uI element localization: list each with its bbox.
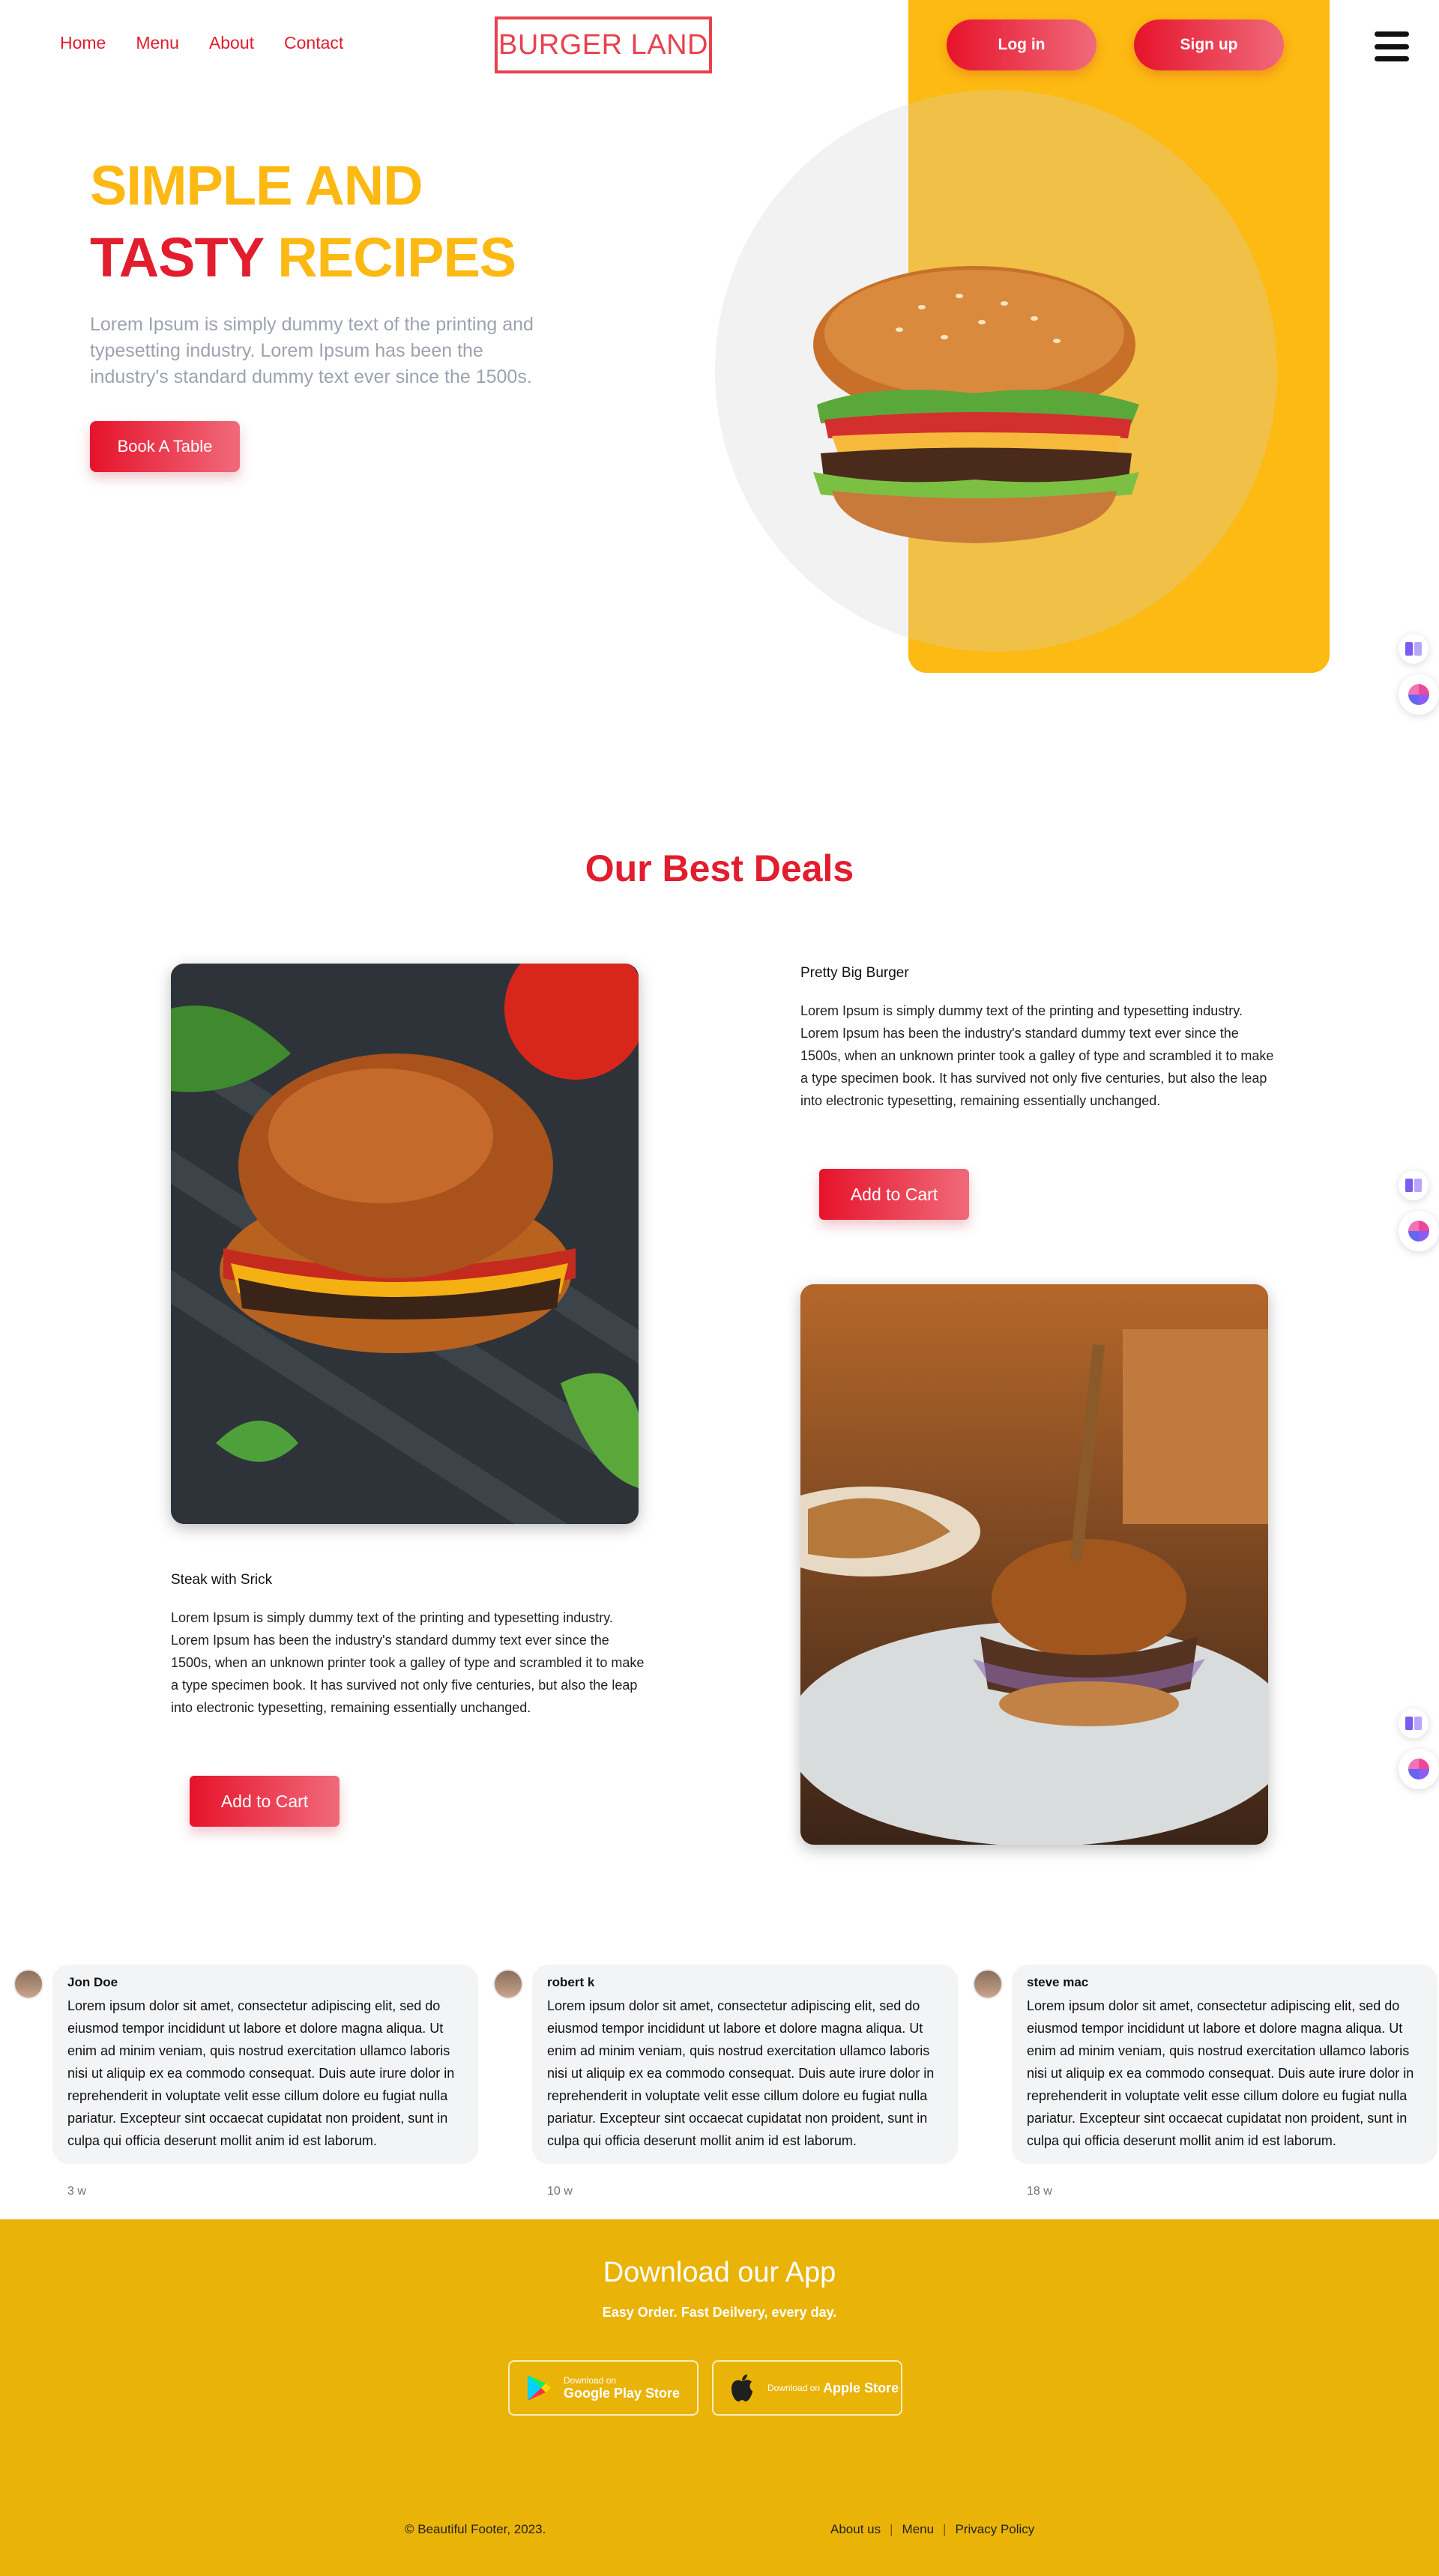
footer-links: About us | Menu | Privacy Policy xyxy=(830,2522,1034,2537)
review-text: Lorem ipsum dolor sit amet, consectetur … xyxy=(67,1998,455,2148)
apple-icon xyxy=(731,2374,752,2401)
hero-burger-image xyxy=(813,266,1139,543)
nav-contact-link[interactable]: Contact xyxy=(284,33,343,53)
hero-description: Lorem Ipsum is simply dummy text of the … xyxy=(90,314,534,387)
deal-description: Lorem Ipsum is simply dummy text of the … xyxy=(800,1003,1274,1108)
deals-title: Our Best Deals xyxy=(585,847,854,889)
deal-name: Pretty Big Burger xyxy=(800,965,909,981)
nav-menu-link[interactable]: Menu xyxy=(136,33,179,53)
reviewer-name: robert k xyxy=(547,1975,595,1989)
nav-home-link[interactable]: Home xyxy=(60,33,106,53)
footer: Download our App Easy Order. Fast Deilve… xyxy=(0,2219,1439,2576)
brain-icon[interactable] xyxy=(1399,674,1439,715)
deal-description: Lorem Ipsum is simply dummy text of the … xyxy=(171,1610,645,1715)
nav-about-link[interactable]: About xyxy=(209,33,254,53)
footer-menu-link[interactable]: Menu xyxy=(902,2522,935,2537)
footer-about-link[interactable]: About us xyxy=(830,2522,881,2537)
download-subtitle: Easy Order. Fast Deilvery, every day. xyxy=(602,2305,837,2320)
login-button[interactable]: Log in xyxy=(947,19,1096,70)
reviewer-name: steve mac xyxy=(1027,1975,1089,1989)
google-play-icon xyxy=(528,2375,551,2401)
deal-name: Steak with Srick xyxy=(171,1572,273,1588)
site-logo[interactable]: BURGER LAND xyxy=(495,16,712,73)
page: Home Menu About Contact BURGER LAND Log … xyxy=(0,0,1439,2576)
book-table-button[interactable]: Book A Table xyxy=(90,421,240,472)
hero-title: SIMPLE AND TASTY RECIPES xyxy=(90,150,516,294)
review-time: 3 w xyxy=(67,2185,86,2198)
copyright-text: © Beautiful Footer, 2023. xyxy=(405,2522,546,2536)
review-bubble: robert k Lorem ipsum dolor sit amet, con… xyxy=(532,1965,958,2164)
review-time: 18 w xyxy=(1027,2185,1052,2198)
google-play-button[interactable]: Download on Google Play Store xyxy=(508,2360,699,2416)
book-icon[interactable] xyxy=(1399,1170,1429,1200)
hero-title-yellow-word: RECIPES xyxy=(277,226,516,288)
add-to-cart-button[interactable]: Add to Cart xyxy=(190,1776,340,1827)
avatar xyxy=(13,1969,43,1999)
avatar xyxy=(493,1969,523,1999)
deal-photo-steak-burger xyxy=(800,1284,1268,1845)
avatar xyxy=(973,1969,1003,1999)
apple-store-label: Apple Store xyxy=(823,2380,899,2395)
brain-icon[interactable] xyxy=(1399,1749,1439,1789)
footer-privacy-link[interactable]: Privacy Policy xyxy=(955,2522,1034,2537)
hero-title-line1: SIMPLE AND xyxy=(90,154,423,217)
download-title: Download our App xyxy=(603,2257,836,2288)
menu-icon[interactable] xyxy=(1375,31,1409,61)
review-text: Lorem ipsum dolor sit amet, consectetur … xyxy=(1027,1998,1414,2148)
hero-title-red-word: TASTY xyxy=(90,226,264,288)
review-bubble: steve mac Lorem ipsum dolor sit amet, co… xyxy=(1012,1965,1438,2164)
google-play-label: Google Play Store xyxy=(564,2385,681,2401)
brain-icon[interactable] xyxy=(1399,1211,1439,1251)
main-nav: Home Menu About Contact xyxy=(60,33,343,53)
footer-divider: | xyxy=(943,2522,947,2536)
apple-store-small-label: Download on xyxy=(767,2383,821,2393)
google-play-small-label: Download on xyxy=(564,2374,617,2386)
book-icon[interactable] xyxy=(1399,1708,1429,1738)
signup-button[interactable]: Sign up xyxy=(1134,19,1284,70)
add-to-cart-button[interactable]: Add to Cart xyxy=(819,1169,969,1220)
book-icon[interactable] xyxy=(1399,634,1429,664)
deal-photo-burger xyxy=(171,964,639,1524)
footer-divider: | xyxy=(890,2522,893,2536)
apple-store-button[interactable]: Download on Apple Store xyxy=(712,2360,902,2416)
review-bubble: Jon Doe Lorem ipsum dolor sit amet, cons… xyxy=(52,1965,478,2164)
reviewer-name: Jon Doe xyxy=(67,1975,118,1989)
review-text: Lorem ipsum dolor sit amet, consectetur … xyxy=(547,1998,935,2148)
review-time: 10 w xyxy=(547,2185,573,2198)
